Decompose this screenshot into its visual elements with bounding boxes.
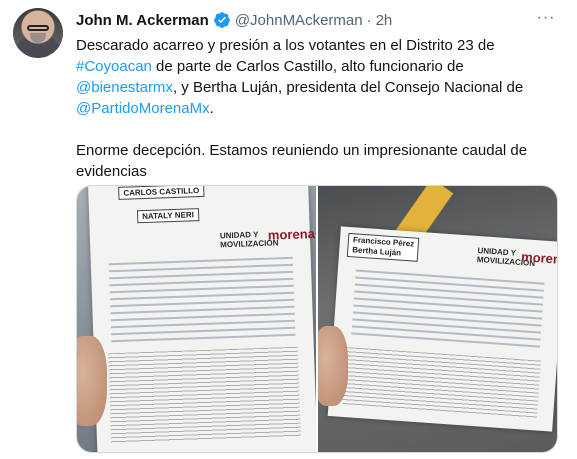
avatar-glasses	[27, 25, 49, 31]
verified-badge-icon	[213, 12, 230, 28]
tweet-time[interactable]: 2h	[376, 12, 393, 29]
text-segment: , y Bertha Luján, presidenta del Consejo…	[172, 79, 524, 96]
form-text-block	[342, 347, 542, 419]
logo-morena: morena	[267, 226, 316, 243]
hand-right	[318, 326, 348, 406]
tweet-media: CARLOS CASTILLO NATALY NERI UNIDAD Y MOV…	[76, 185, 558, 453]
author-name[interactable]: John M. Ackerman	[76, 12, 209, 29]
media-photo-right[interactable]: Francisco Pérez Bertha Luján UNIDAD Y MO…	[318, 186, 557, 452]
paper-name-label: Francisco Pérez Bertha Luján	[346, 232, 420, 262]
form-text-block	[107, 346, 301, 444]
tweet-paragraph-1: Descarado acarreo y presión a los votant…	[76, 35, 556, 119]
hand-left	[77, 336, 107, 426]
tweet-header: John M. Ackerman @JohnMAckerman · 2h ···	[76, 9, 557, 31]
mention-partidomorenamx-link[interactable]: @PartidoMorenaMx	[76, 100, 210, 117]
avatar[interactable]	[13, 8, 63, 58]
form-lines	[351, 269, 545, 353]
hashtag-coyoacan-link[interactable]: #Coyoacan	[76, 58, 152, 75]
form-paper-left: CARLOS CASTILLO NATALY NERI UNIDAD Y MOV…	[88, 186, 316, 452]
form-lines	[108, 256, 296, 347]
text-segment: de parte de Carlos Castillo, alto funcio…	[151, 58, 464, 75]
media-photo-left[interactable]: CARLOS CASTILLO NATALY NERI UNIDAD Y MOV…	[77, 186, 316, 452]
tweet-paragraph-2: Enorme decepción. Estamos reuniendo un i…	[76, 142, 528, 180]
paper-label-top-2: NATALY NERI	[136, 208, 200, 224]
avatar-beard	[30, 33, 46, 43]
separator-dot: ·	[366, 11, 372, 29]
text-segment: .	[209, 100, 214, 117]
tweet-text: Descarado acarreo y presión a los votant…	[76, 35, 556, 182]
author-handle[interactable]: @JohnMAckerman	[235, 12, 363, 29]
more-options-icon[interactable]: ···	[535, 9, 557, 31]
paper-label-top-1: CARLOS CASTILLO	[118, 186, 205, 200]
form-paper-right: Francisco Pérez Bertha Luján UNIDAD Y MO…	[327, 226, 557, 432]
mention-bienestarmx-link[interactable]: @bienestarmx	[76, 79, 173, 96]
text-segment: Descarado acarreo y presión a los votant…	[76, 37, 495, 54]
